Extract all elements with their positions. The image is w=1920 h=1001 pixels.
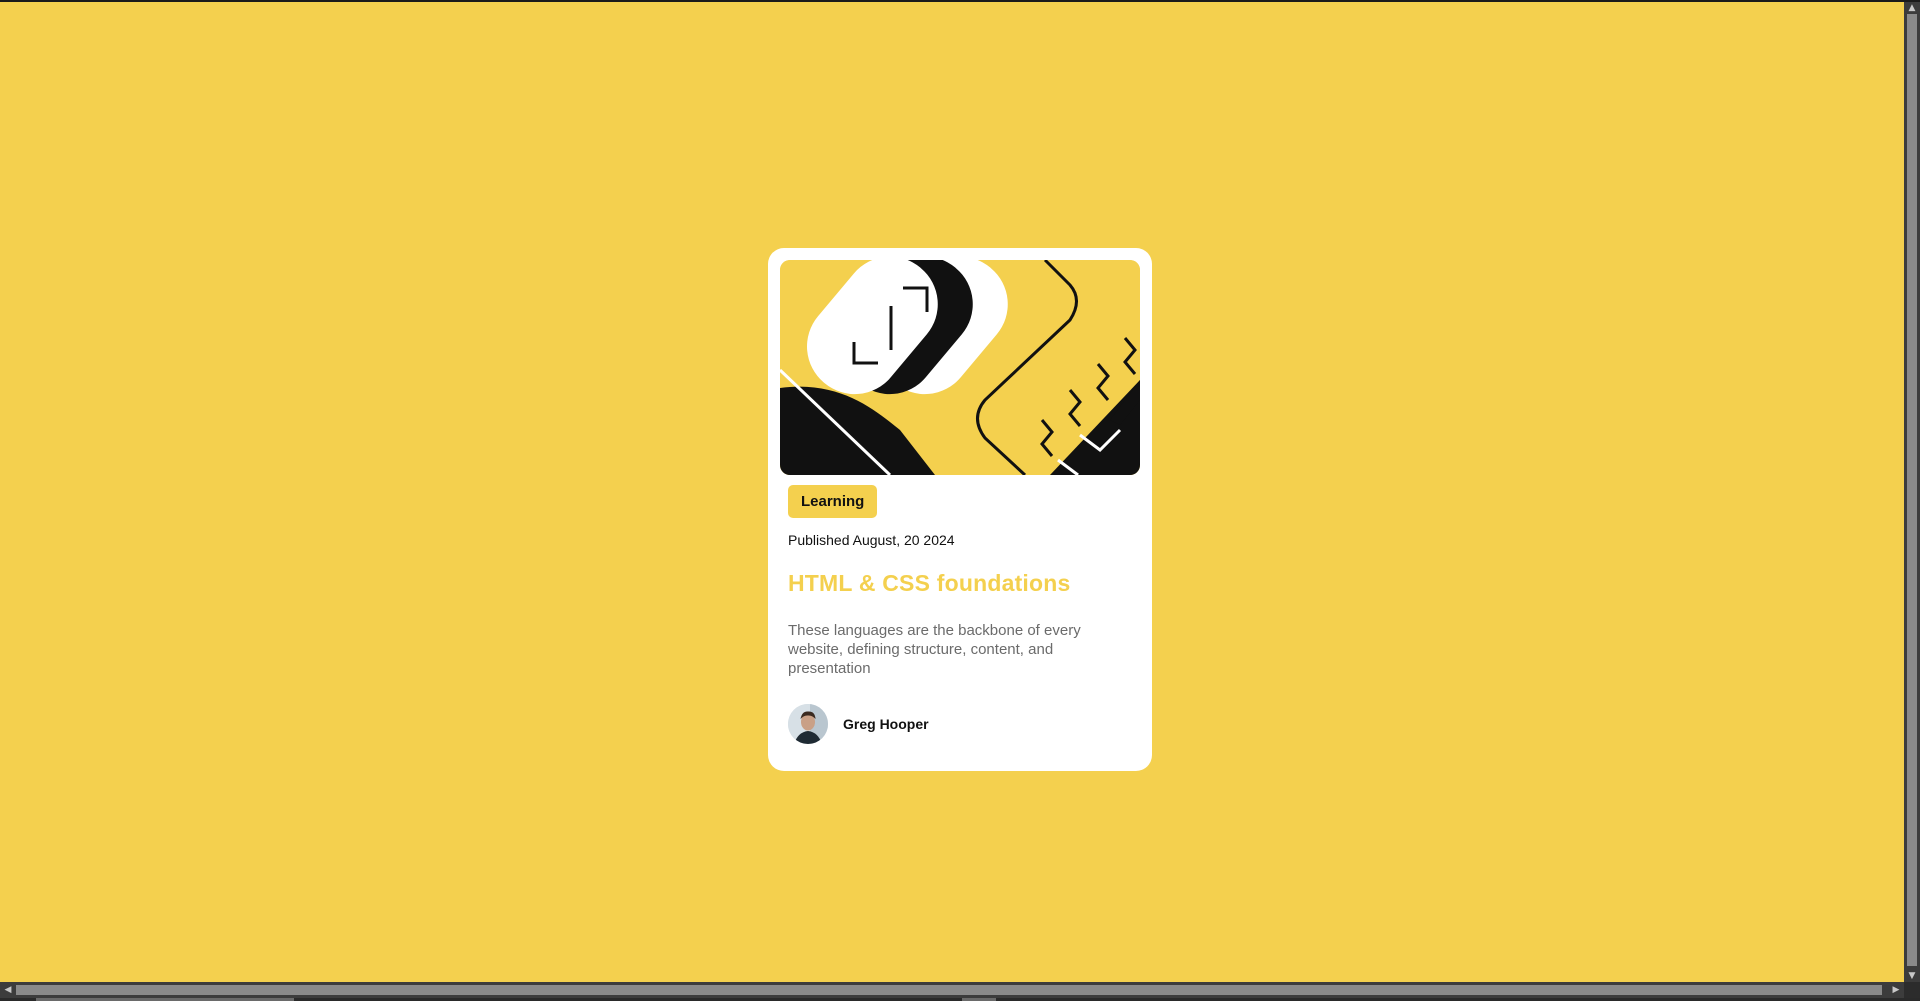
published-date: Published August, 20 2024 (788, 532, 955, 548)
code-brackets-illustration-icon (780, 260, 1140, 475)
horizontal-scroll-thumb[interactable] (16, 985, 1882, 995)
category-tag: Learning (788, 485, 878, 518)
avatar (788, 704, 828, 744)
vertical-scroll-thumb[interactable] (1907, 14, 1917, 966)
scroll-right-icon[interactable]: ▶ (1888, 982, 1904, 998)
scroll-down-icon[interactable]: ▼ (1904, 970, 1920, 982)
hero-illustration (780, 260, 1140, 475)
author-block: Greg Hooper (788, 704, 929, 744)
horizontal-scrollbar[interactable]: ◀ ▶ (0, 982, 1904, 998)
vertical-scrollbar[interactable]: ▲ ▼ (1904, 2, 1920, 982)
scrollbar-corner (1904, 982, 1920, 998)
card-title[interactable]: HTML & CSS foundations (788, 570, 1140, 597)
scroll-left-icon[interactable]: ◀ (0, 982, 16, 998)
card-description: These languages are the backbone of ever… (788, 622, 1081, 677)
blog-preview-card: Learning Published August, 20 2024 HTML … (768, 248, 1152, 771)
scroll-up-icon[interactable]: ▲ (1904, 2, 1920, 14)
page-viewport: Learning Published August, 20 2024 HTML … (0, 2, 1904, 982)
author-name: Greg Hooper (843, 716, 929, 732)
avatar-photo-icon (788, 704, 828, 744)
